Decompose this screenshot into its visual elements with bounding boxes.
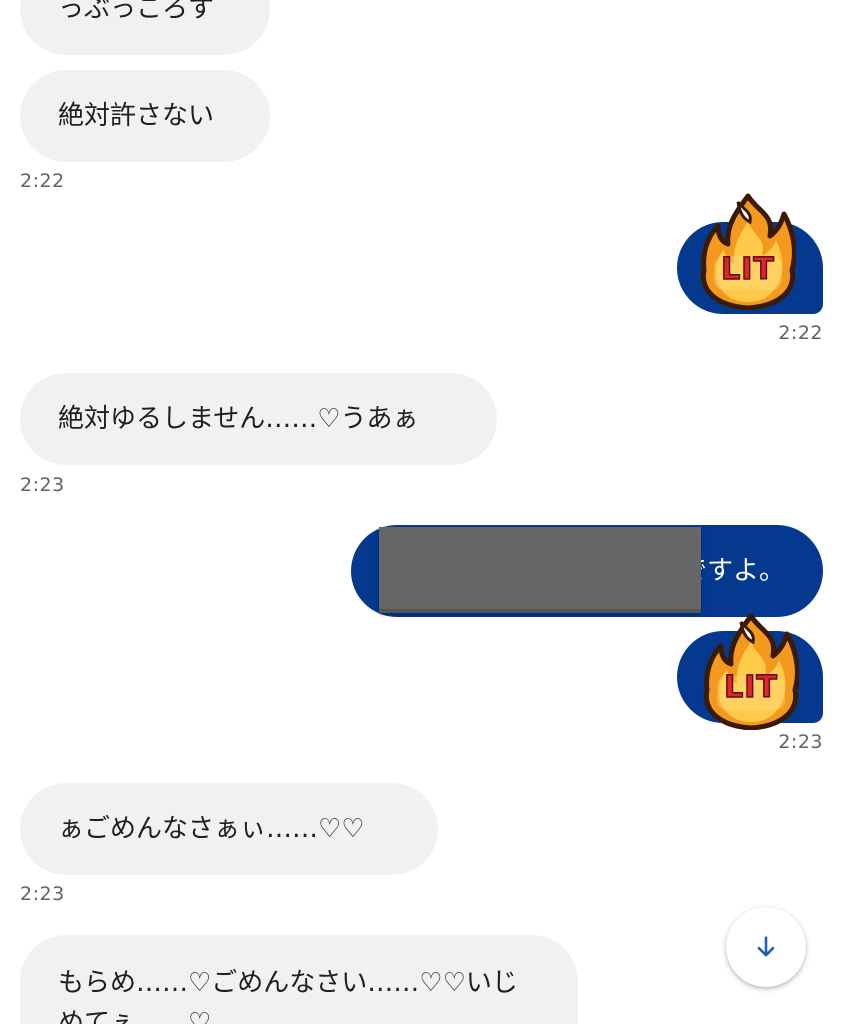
redaction-overlay [379, 527, 701, 613]
timestamp: 2:22 [20, 170, 65, 192]
arrow-down-icon [757, 936, 775, 957]
message-bubble-incoming[interactable]: 絶対ゆるしません……♡うあぁ [20, 373, 497, 465]
timestamp: 2:23 [20, 883, 65, 905]
message-bubble-incoming[interactable]: もらめ……♡ごめんなさい……♡♡いじめてぇ……♡ [20, 935, 578, 1024]
timestamp: 2:23 [20, 474, 65, 496]
sticker-label: LIT [720, 251, 775, 288]
message-text: っぶっころす [58, 0, 215, 24]
fire-lit-icon[interactable]: LIT [700, 192, 796, 310]
timestamp: 2:22 [778, 322, 823, 344]
sticker-label: LIT [723, 669, 778, 706]
message-bubble-outgoing[interactable]: ですよ。 [351, 525, 823, 617]
message-bubble-incoming[interactable]: ぁごめんなさぁぃ……♡♡ [20, 783, 438, 875]
scroll-to-bottom-button[interactable] [726, 907, 806, 987]
chat-thread[interactable]: っぶっころす 絶対許さない 2:22 LIT 2:22 絶対ゆるしません……♡う… [0, 0, 843, 1024]
message-text: ぁごめんなさぁぃ……♡♡ [58, 814, 365, 844]
message-text: もらめ……♡ごめんなさい……♡♡いじめてぇ……♡ [58, 968, 518, 1024]
message-text: 絶対ゆるしません……♡うあぁ [58, 404, 419, 434]
timestamp: 2:23 [778, 731, 823, 753]
message-text: 絶対許さない [58, 101, 215, 131]
message-bubble-incoming[interactable]: っぶっころす [20, 0, 270, 55]
message-bubble-incoming[interactable]: 絶対許さない [20, 70, 270, 162]
fire-lit-icon[interactable]: LIT [703, 612, 799, 730]
